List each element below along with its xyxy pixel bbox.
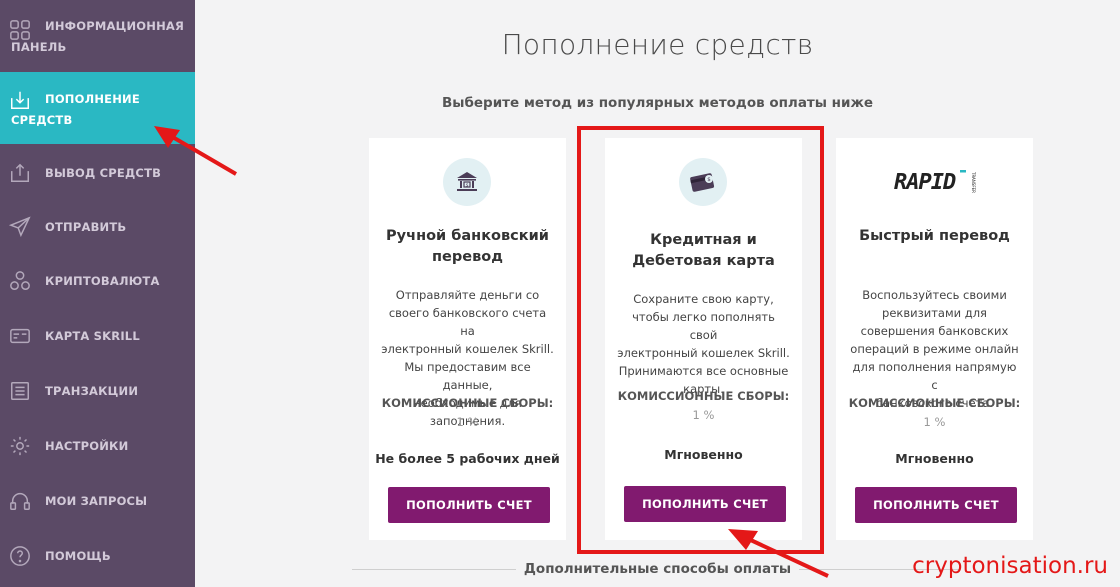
svg-text:$: $ xyxy=(707,177,711,183)
watermark: cryptonisation.ru xyxy=(912,553,1108,579)
sidebar-item-label: Помощь xyxy=(45,549,111,563)
fee-label: КОМИССИОННЫЕ СБОРЫ: xyxy=(848,396,1021,410)
card-title-line: Кредитная и xyxy=(650,232,757,248)
upload-tray-icon xyxy=(8,161,32,185)
deposit-button-bank-transfer[interactable]: ПОПОЛНИТЬ СЧЕТ xyxy=(388,487,550,523)
desc-line: чтобы легко пополнять свой xyxy=(632,310,775,342)
sidebar-item-label: Информационная панель xyxy=(11,19,185,54)
paper-plane-icon xyxy=(8,215,32,239)
desc-line: для пополнения напрямую с xyxy=(852,360,1017,392)
sidebar-item-label: Криптовалюта xyxy=(45,274,160,288)
desc-line: Принимаются все основные xyxy=(618,364,789,378)
sidebar-item-label: Отправить xyxy=(45,220,127,234)
crypto-nodes-icon xyxy=(8,269,32,293)
sidebar-item-my-requests[interactable]: Мои запросы xyxy=(0,488,195,514)
card-title: Быстрый перевод xyxy=(859,228,1010,244)
question-icon xyxy=(8,544,32,568)
svg-text:$: $ xyxy=(466,182,469,188)
page-subtitle: Выберите метод из популярных методов опл… xyxy=(441,95,874,111)
gear-icon xyxy=(8,434,32,458)
main-content: Пополнение средств Выберите метод из поп… xyxy=(195,0,1120,587)
sidebar-item-settings[interactable]: Настройки xyxy=(0,433,195,459)
card-description: Воспользуйтесь своими реквизитами для со… xyxy=(848,286,1021,412)
sidebar-item-crypto[interactable]: Криптовалюта xyxy=(0,268,195,294)
sidebar-item-label: Вывод средств xyxy=(45,166,162,180)
sidebar-item-withdraw[interactable]: Вывод средств xyxy=(0,160,195,186)
fee-value: 1 % xyxy=(456,415,479,429)
desc-line: совершения банковских xyxy=(860,324,1009,338)
desc-line: Отправляйте деньги со xyxy=(395,288,540,302)
desc-line: своего банковского счета на xyxy=(388,306,547,338)
deposit-button-credit-debit[interactable]: ПОПОЛНИТЬ СЧЕТ xyxy=(624,486,786,522)
card-description: Сохраните свою карту, чтобы легко пополн… xyxy=(617,290,790,398)
desc-line: Воспользуйтесь своими xyxy=(862,288,1007,302)
sidebar-item-help[interactable]: Помощь xyxy=(0,543,195,569)
sidebar-item-label: Пополнение средств xyxy=(11,92,140,127)
sidebar-item-label: Карта Skrill xyxy=(45,329,140,343)
desc-line: операций в режиме онлайн xyxy=(850,342,1019,356)
desc-line: Мы предоставим все данные, xyxy=(404,360,531,392)
sidebar: Информационная панель Пополнение средств… xyxy=(0,0,195,587)
sidebar-item-transactions[interactable]: Транзакции xyxy=(0,378,195,404)
sidebar-item-deposit[interactable]: Пополнение средств xyxy=(0,72,195,144)
sidebar-item-send[interactable]: Отправить xyxy=(0,214,195,240)
processing-time: Не более 5 рабочих дней xyxy=(375,451,560,466)
sidebar-item-label: Мои запросы xyxy=(45,494,148,508)
card-title: Ручной банковский перевод xyxy=(379,226,556,268)
desc-line: электронный кошелек Skrill. xyxy=(617,346,790,360)
desc-line: реквизитами для xyxy=(882,306,987,320)
credit-card-icon: $ xyxy=(679,158,727,206)
desc-line: электронный кошелек Skrill. xyxy=(381,342,554,356)
sidebar-item-skrill-card[interactable]: Карта Skrill xyxy=(0,323,195,349)
sidebar-item-dashboard[interactable]: Информационная панель xyxy=(0,8,195,64)
card-title: Кредитная и Дебетовая карта xyxy=(615,230,792,272)
card-title-line: Ручной банковский xyxy=(386,228,549,244)
fee-value: 1 % xyxy=(923,415,946,429)
headset-icon xyxy=(8,489,32,513)
processing-time: Мгновенно xyxy=(895,451,974,466)
fee-value: 1 % xyxy=(692,408,715,422)
card-title-line: перевод xyxy=(432,249,503,265)
fee-label: КОМИССИОННЫЕ СБОРЫ: xyxy=(617,389,790,403)
bank-icon: $ xyxy=(443,158,491,206)
rapid-logo-text: RAPID xyxy=(894,170,956,195)
rapid-transfer-logo: RAPID TRANSFER xyxy=(894,170,976,195)
payment-card-rapid-transfer: RAPID TRANSFER Быстрый перевод Воспользу… xyxy=(836,138,1033,540)
sidebar-item-label: Настройки xyxy=(45,439,129,453)
transactions-list-icon xyxy=(8,379,32,403)
desc-line: Сохраните свою карту, xyxy=(633,292,774,306)
payment-card-credit-debit: $ Кредитная и Дебетовая карта Сохраните … xyxy=(605,138,802,540)
processing-time: Мгновенно xyxy=(664,447,743,462)
card-title-line: Дебетовая карта xyxy=(632,253,775,269)
page-title: Пополнение средств xyxy=(501,28,814,61)
fee-label: КОМИССИОННЫЕ СБОРЫ: xyxy=(381,396,554,410)
sidebar-item-label: Транзакции xyxy=(45,384,139,398)
additional-methods-label: Дополнительные способы оплаты xyxy=(515,561,800,577)
payment-card-bank-transfer: $ Ручной банковский перевод Отправляйте … xyxy=(369,138,566,540)
deposit-button-rapid-transfer[interactable]: ПОПОЛНИТЬ СЧЕТ xyxy=(855,487,1017,523)
rapid-logo-small-text: TRANSFER xyxy=(971,171,976,193)
card-icon xyxy=(8,324,32,348)
